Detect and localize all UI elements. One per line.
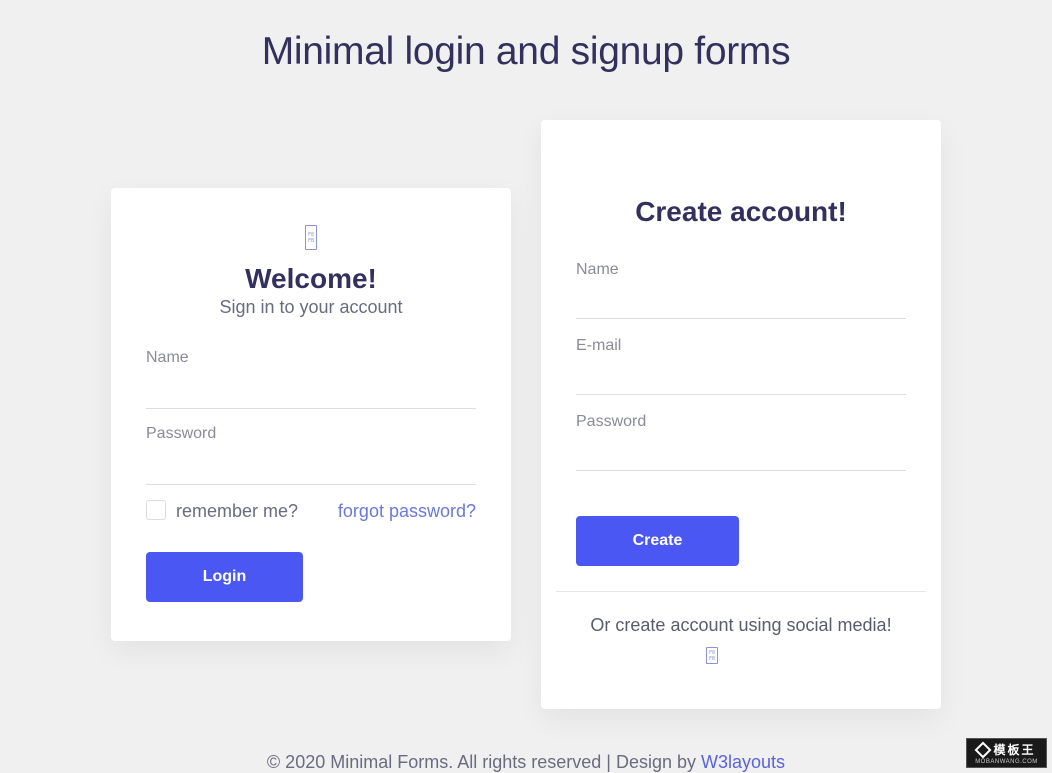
- watermark-title: 模板王: [993, 743, 1036, 757]
- signup-card: Create account! Name E-mail Password Cre…: [541, 120, 941, 709]
- footer: © 2020 Minimal Forms. All rights reserve…: [0, 752, 1052, 773]
- login-card: F8 FB Welcome! Sign in to your account N…: [111, 188, 511, 641]
- signup-name-underline: [576, 318, 906, 319]
- signup-email-input[interactable]: [576, 364, 906, 392]
- forgot-password-link[interactable]: forgot password?: [338, 501, 476, 522]
- glyph-code-bottom: FB: [307, 237, 315, 244]
- remember-me-checkbox[interactable]: [146, 500, 166, 520]
- signup-password-label: Password: [576, 413, 647, 430]
- glyph-code-bottom: FB: [708, 655, 716, 662]
- create-account-heading: Create account!: [635, 196, 847, 227]
- login-password-input[interactable]: [146, 454, 476, 482]
- watermark-url: MOBANWANG.COM: [975, 759, 1038, 765]
- watermark-badge: 模板王 MOBANWANG.COM: [966, 738, 1047, 768]
- signup-password-underline: [576, 470, 906, 471]
- signup-password-input[interactable]: [576, 440, 906, 468]
- signup-email-underline: [576, 394, 906, 395]
- social-signup-text: Or create account using social media!: [590, 615, 892, 635]
- create-button[interactable]: Create: [576, 516, 739, 566]
- footer-w3layouts-link[interactable]: W3layouts: [701, 752, 785, 772]
- signup-email-label: E-mail: [576, 337, 622, 354]
- signup-name-label: Name: [576, 261, 619, 278]
- login-name-underline: [146, 408, 476, 409]
- social-media-icon[interactable]: F8 FB: [706, 647, 718, 664]
- remember-me-label: remember me?: [176, 501, 299, 521]
- login-password-underline: [146, 484, 476, 485]
- social-divider: [556, 591, 926, 592]
- missing-glyph-icon: F8 FB: [305, 225, 317, 250]
- signup-name-input[interactable]: [576, 288, 906, 316]
- login-button[interactable]: Login: [146, 552, 303, 602]
- welcome-subheading: Sign in to your account: [219, 297, 403, 317]
- login-name-input[interactable]: [146, 378, 476, 406]
- page-title: Minimal login and signup forms: [261, 30, 791, 73]
- login-password-label: Password: [146, 425, 217, 442]
- welcome-heading: Welcome!: [245, 263, 377, 294]
- login-name-label: Name: [146, 349, 189, 366]
- footer-copyright: © 2020 Minimal Forms. All rights reserve…: [266, 752, 702, 772]
- watermark-logo-icon: [974, 741, 992, 758]
